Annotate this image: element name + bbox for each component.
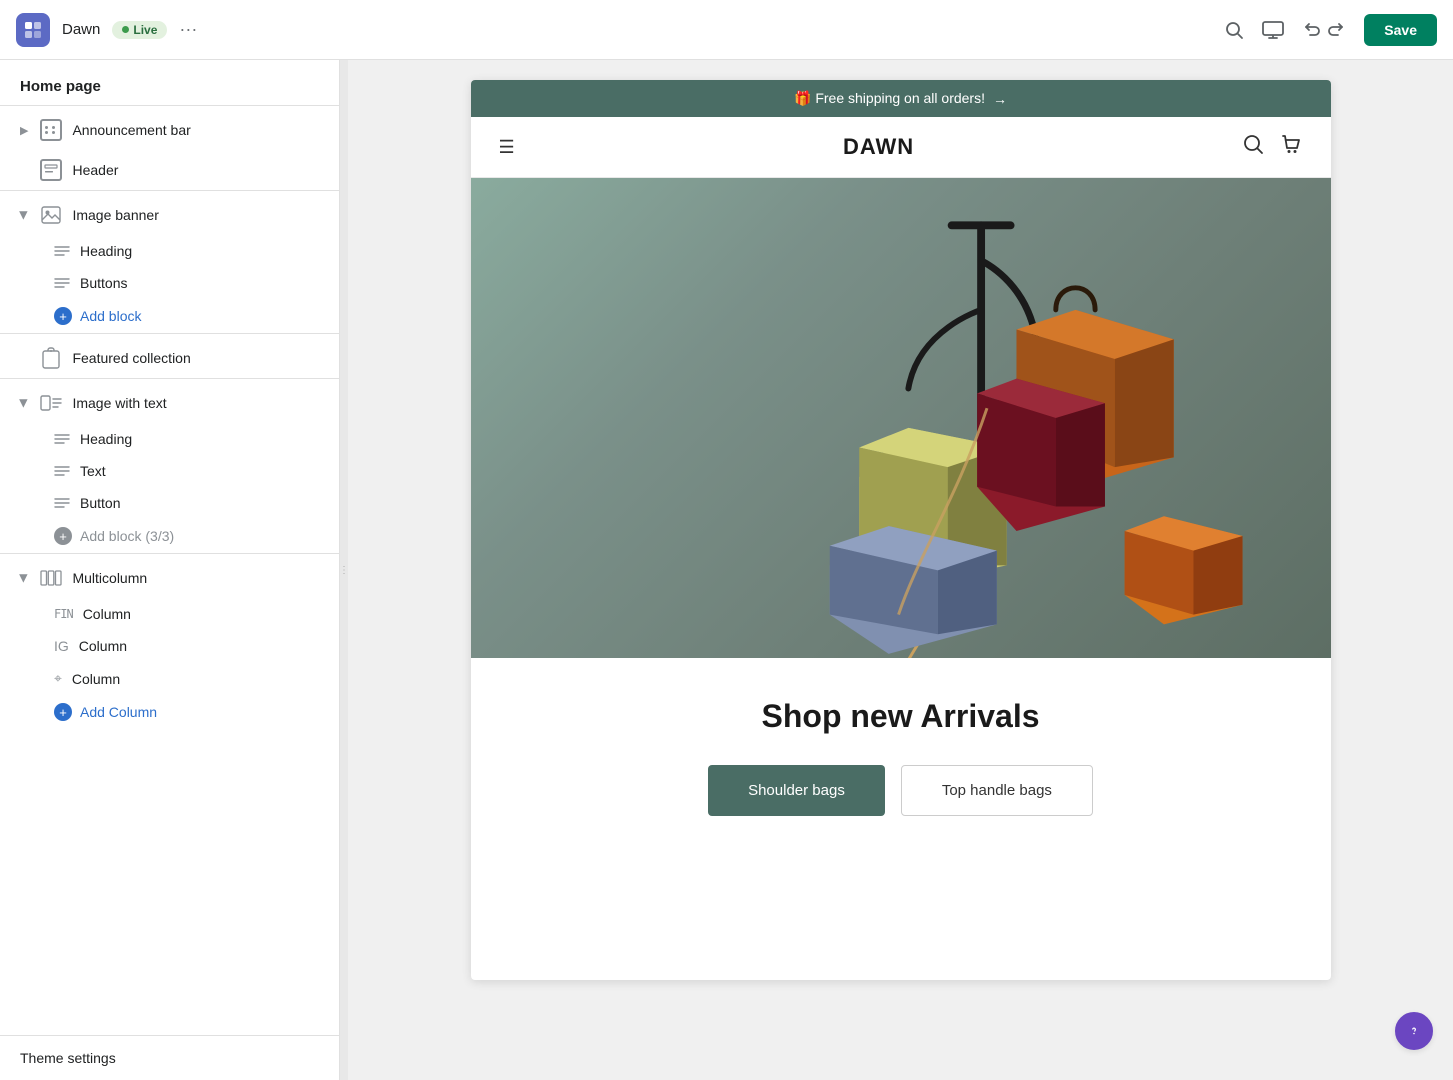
add-block-button-1[interactable]: + Add block: [0, 299, 339, 333]
heading-2-label: Heading: [80, 431, 132, 447]
divider: [0, 378, 339, 379]
undo-redo-group: [1302, 20, 1346, 40]
featured-collection-icon: [40, 347, 62, 369]
corner-help-button[interactable]: [1395, 1012, 1433, 1050]
image-banner-label: Image banner: [72, 207, 158, 223]
multicolumn-label: Multicolumn: [72, 570, 147, 586]
add-circle-icon-2: +: [54, 527, 72, 545]
image-with-text-label: Image with text: [72, 395, 166, 411]
chevron-down-icon: ▶: [18, 574, 31, 582]
add-circle-icon: +: [54, 307, 72, 325]
cart-icon[interactable]: [1280, 133, 1302, 161]
announcement-bar-preview: 🎁 Free shipping on all orders! →: [471, 80, 1331, 117]
column-1-label: Column: [83, 606, 131, 622]
column-3-label: Column: [72, 671, 120, 687]
hero-image-preview: [471, 178, 1331, 658]
store-header-icons: [1242, 133, 1302, 161]
sidebar-item-image-with-text[interactable]: ▶ Image with text: [0, 383, 339, 423]
button-1-label: Button: [80, 495, 120, 511]
featured-collection-label: Featured collection: [72, 350, 190, 366]
theme-settings-button[interactable]: Theme settings: [0, 1035, 339, 1080]
add-circle-icon-3: +: [54, 703, 72, 721]
search-icon[interactable]: [1242, 133, 1264, 161]
announcement-text: 🎁 Free shipping on all orders!: [794, 90, 985, 107]
heading-1-label: Heading: [80, 243, 132, 259]
text-icon: [54, 276, 70, 290]
sidebar-sub-item-heading-1[interactable]: Heading: [0, 235, 339, 267]
sidebar-item-image-banner[interactable]: ▶ Image banner: [0, 195, 339, 235]
image-banner-icon: [40, 204, 62, 226]
save-button[interactable]: Save: [1364, 14, 1437, 46]
preview-pane: 🎁 Free shipping on all orders! → ☰ DAWN: [348, 60, 1453, 1080]
sidebar-item-announcement-bar[interactable]: ▶ Announcement bar: [0, 110, 339, 150]
store-name-preview: DAWN: [843, 134, 914, 160]
image-with-text-icon: [40, 392, 62, 414]
app-logo: [16, 13, 50, 47]
chevron-right-icon: ▶: [20, 124, 28, 137]
store-header-preview: ☰ DAWN: [471, 117, 1331, 178]
store-content: Shop new Arrivals Shoulder bags Top hand…: [471, 658, 1331, 856]
add-block-label-2: Add block (3/3): [80, 528, 174, 544]
search-button[interactable]: [1224, 20, 1244, 40]
divider: [0, 333, 339, 334]
chevron-down-icon: ▶: [18, 211, 31, 219]
buttons-1-label: Buttons: [80, 275, 127, 291]
header-label: Header: [72, 162, 118, 178]
toolbar-icons: Save: [1224, 14, 1437, 46]
hamburger-icon[interactable]: ☰: [499, 137, 515, 158]
sidebar-sub-item-heading-2[interactable]: Heading: [0, 423, 339, 455]
announcement-bar-icon: [40, 119, 62, 141]
top-bar: Dawn Live ··· Save: [0, 0, 1453, 60]
live-badge: Live: [112, 21, 167, 39]
text-icon: [54, 464, 70, 478]
corner-buttons: [1395, 1012, 1433, 1050]
sidebar-sub-item-column-3[interactable]: ⌖ Column: [0, 662, 339, 695]
text-icon: [54, 432, 70, 446]
chevron-down-icon: ▶: [18, 399, 31, 407]
text-icon: [54, 244, 70, 258]
shoulder-bags-button[interactable]: Shoulder bags: [708, 765, 885, 816]
announcement-arrow-icon: →: [993, 91, 1007, 107]
add-column-button[interactable]: + Add Column: [0, 695, 339, 729]
add-block-label-1: Add block: [80, 308, 141, 324]
divider: [0, 553, 339, 554]
col-icon-2: IG: [54, 638, 69, 654]
bags-illustration: [643, 178, 1331, 658]
sidebar-item-featured-collection[interactable]: ▶ Featured collection: [0, 338, 339, 378]
top-handle-bags-button[interactable]: Top handle bags: [901, 765, 1093, 816]
sidebar: Home page ▶ Announcement bar ▶ Header ▶ …: [0, 60, 340, 1080]
sidebar-sub-item-text-1[interactable]: Text: [0, 455, 339, 487]
resize-handle[interactable]: ⋮: [340, 60, 348, 1080]
undo-button[interactable]: [1302, 20, 1322, 40]
redo-button[interactable]: [1326, 20, 1346, 40]
col-icon-3: ⌖: [54, 670, 62, 687]
header-icon: [40, 159, 62, 181]
desktop-preview-button[interactable]: [1262, 21, 1284, 39]
preview-frame: 🎁 Free shipping on all orders! → ☰ DAWN: [471, 80, 1331, 980]
col-icon-1: FIN: [54, 607, 73, 621]
add-column-label: Add Column: [80, 704, 157, 720]
main-layout: Home page ▶ Announcement bar ▶ Header ▶ …: [0, 60, 1453, 1080]
sidebar-item-header[interactable]: ▶ Header: [0, 150, 339, 190]
shop-heading: Shop new Arrivals: [499, 698, 1303, 735]
sidebar-sub-item-button-1[interactable]: Button: [0, 487, 339, 519]
column-2-label: Column: [79, 638, 127, 654]
sidebar-sub-item-buttons-1[interactable]: Buttons: [0, 267, 339, 299]
add-block-button-2[interactable]: + Add block (3/3): [0, 519, 339, 553]
sidebar-spacer: [0, 729, 339, 1035]
announcement-bar-label: Announcement bar: [72, 122, 190, 138]
live-dot: [122, 26, 129, 33]
more-options-button[interactable]: ···: [179, 19, 197, 40]
sidebar-sub-item-column-2[interactable]: IG Column: [0, 630, 339, 662]
theme-name-label: Dawn: [62, 21, 100, 38]
divider: [0, 105, 339, 106]
sidebar-title: Home page: [0, 60, 339, 105]
text-1-label: Text: [80, 463, 106, 479]
multicolumn-icon: [40, 567, 62, 589]
button-row: Shoulder bags Top handle bags: [499, 765, 1303, 816]
text-icon: [54, 496, 70, 510]
sidebar-item-multicolumn[interactable]: ▶ Multicolumn: [0, 558, 339, 598]
divider: [0, 190, 339, 191]
sidebar-sub-item-column-1[interactable]: FIN Column: [0, 598, 339, 630]
